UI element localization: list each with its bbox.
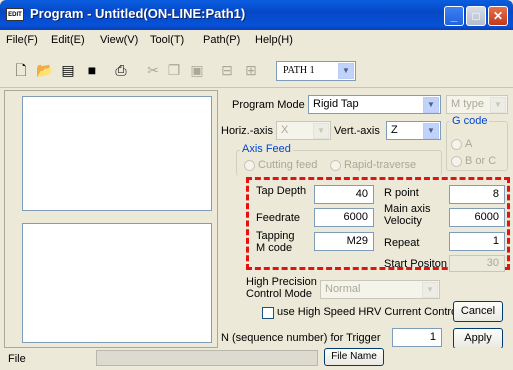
g-code-a-radio xyxy=(451,139,462,150)
horiz-axis-value: X xyxy=(281,124,289,136)
start-position-input: 30 xyxy=(449,255,505,272)
axis-feed-group-title: Axis Feed xyxy=(240,143,293,155)
main-axis-velocity-label-1: Main axis xyxy=(384,203,431,215)
program-mode-select[interactable]: Rigid Tap ▼ xyxy=(308,95,441,114)
status-file-field xyxy=(96,350,318,366)
g-code-b-or-c-label: B or C xyxy=(465,155,497,167)
menu-file[interactable]: File(F) xyxy=(6,34,38,46)
hp-control-value: Normal xyxy=(325,283,361,295)
open-program-icon[interactable]: ▤ xyxy=(60,62,76,78)
minimize-button[interactable]: _ xyxy=(444,6,464,26)
horiz-axis-select: X ▼ xyxy=(276,121,331,140)
chevron-down-icon[interactable]: ▼ xyxy=(423,123,439,139)
menu-path[interactable]: Path(P) xyxy=(203,34,240,46)
hp-control-label-1: High Precision xyxy=(246,276,317,288)
tapping-m-code-input[interactable]: M29 xyxy=(314,232,374,251)
tapping-m-code-label-2: M code xyxy=(256,242,293,254)
main-axis-velocity-label-2: Velocity xyxy=(384,215,422,227)
maximize-button: □ xyxy=(466,6,486,26)
save-icon[interactable]: ■ xyxy=(84,62,100,78)
g-code-b-or-c-radio xyxy=(451,156,462,167)
n-trigger-label: N (sequence number) for Trigger xyxy=(221,332,381,344)
minimize-icon: _ xyxy=(450,9,458,23)
repeat-label: Repeat xyxy=(384,237,420,249)
status-file-label: File xyxy=(8,353,26,365)
main-axis-velocity-input[interactable]: 6000 xyxy=(449,208,505,227)
g-code-a-label: A xyxy=(465,138,473,150)
print-icon[interactable]: ⎙ xyxy=(113,62,129,78)
tap-depth-input[interactable]: 40 xyxy=(314,185,374,204)
vert-axis-select[interactable]: Z ▼ xyxy=(386,121,441,140)
program-preview-pane[interactable] xyxy=(22,223,212,343)
chevron-down-icon[interactable]: ▼ xyxy=(338,63,354,79)
close-icon: ✕ xyxy=(492,9,504,23)
maximize-icon: □ xyxy=(472,9,480,23)
apply-button[interactable]: Apply xyxy=(453,328,503,349)
app-icon: EDIT xyxy=(6,8,24,21)
chevron-down-icon: ▼ xyxy=(313,123,329,139)
chevron-down-icon: ▼ xyxy=(490,97,506,113)
hp-control-label-2: Control Mode xyxy=(246,288,313,300)
hrv-checkbox-label: use High Speed HRV Current Control xyxy=(277,306,460,318)
feedrate-input[interactable]: 6000 xyxy=(314,208,374,227)
rapid-traverse-label: Rapid-traverse xyxy=(344,159,417,171)
vert-axis-label: Vert.-axis xyxy=(334,125,380,137)
open-folder-icon[interactable]: 📂 xyxy=(36,62,53,78)
window-title: Program - Untitled(ON-LINE:Path1) xyxy=(30,6,246,21)
write-to-cnc-icon: ⊞ xyxy=(245,62,257,78)
program-list-pane[interactable] xyxy=(22,96,212,211)
tapping-m-code-label-1: Tapping xyxy=(256,230,295,242)
cut-icon: ✂ xyxy=(147,62,159,78)
g-code-group-title: G code xyxy=(450,115,490,127)
copy-icon: ❐ xyxy=(167,62,181,78)
repeat-input[interactable]: 1 xyxy=(449,232,505,251)
program-mode-value: Rigid Tap xyxy=(313,98,359,110)
cutting-feed-radio xyxy=(244,160,255,171)
chevron-down-icon[interactable]: ▼ xyxy=(423,97,439,113)
start-position-label: Start Positon xyxy=(384,258,447,270)
vert-axis-value: Z xyxy=(391,124,398,136)
path-select-value: PATH 1 xyxy=(283,65,315,76)
menu-edit[interactable]: Edit(E) xyxy=(51,34,85,46)
close-button[interactable]: ✕ xyxy=(488,6,508,26)
new-file-icon[interactable]: 🗋 xyxy=(13,62,29,78)
r-point-label: R point xyxy=(384,187,419,199)
chevron-down-icon: ▼ xyxy=(422,282,438,298)
n-trigger-input[interactable]: 1 xyxy=(392,328,442,347)
read-from-cnc-icon: ⊟ xyxy=(221,62,233,78)
hrv-checkbox[interactable] xyxy=(262,307,274,319)
m-type-select: M type ▼ xyxy=(446,95,508,114)
cancel-button[interactable]: Cancel xyxy=(453,301,503,322)
hp-control-select: Normal ▼ xyxy=(320,280,440,299)
menu-help[interactable]: Help(H) xyxy=(255,34,293,46)
cutting-feed-label: Cutting feed xyxy=(258,159,318,171)
file-name-button[interactable]: File Name xyxy=(324,348,384,366)
program-mode-label: Program Mode xyxy=(232,99,305,111)
m-type-value: M type xyxy=(451,98,485,110)
menu-tool[interactable]: Tool(T) xyxy=(150,34,184,46)
feedrate-label: Feedrate xyxy=(256,212,301,224)
horiz-axis-label: Horiz.-axis xyxy=(221,125,273,137)
menu-view[interactable]: View(V) xyxy=(100,34,138,46)
path-select[interactable]: PATH 1 ▼ xyxy=(276,61,356,81)
paste-icon: ▣ xyxy=(190,62,204,78)
tap-depth-label: Tap Depth xyxy=(256,185,307,197)
rapid-traverse-radio xyxy=(330,160,341,171)
r-point-input[interactable]: 8 xyxy=(449,185,505,204)
